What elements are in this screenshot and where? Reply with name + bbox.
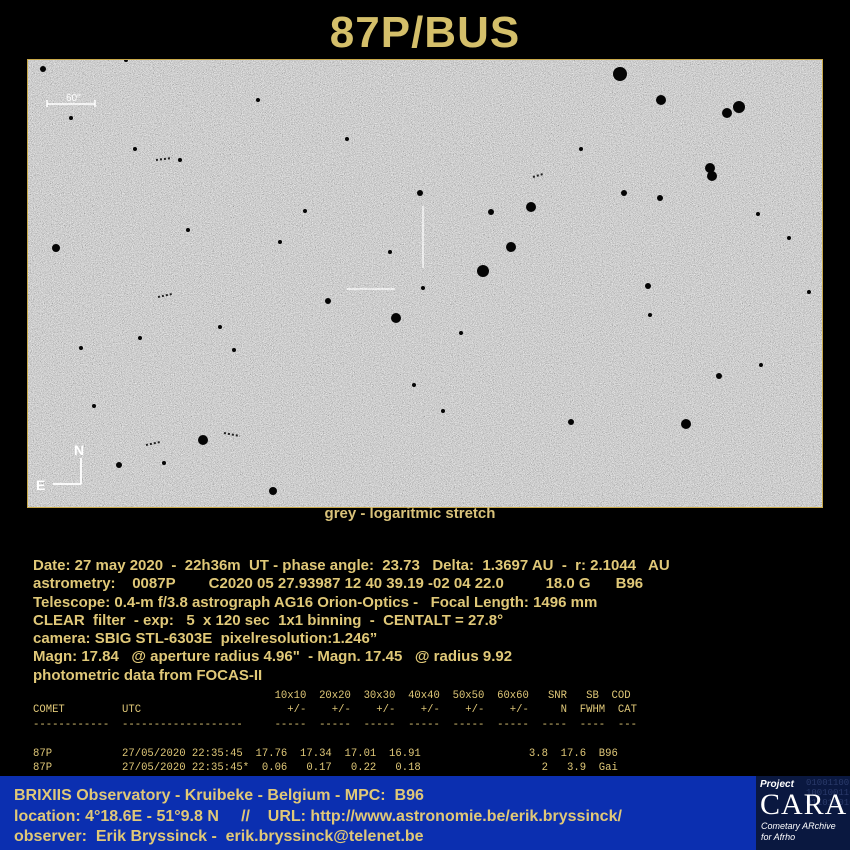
logo-subtitle-1: Cometary ARchive	[761, 821, 836, 831]
star	[707, 171, 717, 181]
star	[133, 147, 137, 151]
star	[506, 242, 516, 252]
star	[218, 325, 222, 329]
star	[345, 137, 349, 141]
star	[756, 212, 760, 216]
photometry-header-2: COMET UTC +/- +/- +/- +/- +/- +/- N FWHM…	[33, 704, 637, 717]
info-filter-line: CLEAR filter - exp: 5 x 120 sec 1x1 binn…	[33, 611, 504, 629]
photometry-row: 87P 27/05/2020 22:35:45 17.76 17.34 17.0…	[33, 747, 618, 760]
star	[269, 487, 277, 495]
info-magnitude-line: Magn: 17.84 @ aperture radius 4.96" - Ma…	[33, 648, 513, 666]
star	[477, 265, 489, 277]
star	[391, 313, 401, 323]
star	[69, 116, 73, 120]
photometry-header-1: 10x10 20x20 30x30 40x40 50x50 60x60 SNR …	[33, 690, 631, 702]
star	[807, 290, 811, 294]
star	[459, 331, 463, 335]
page-title: 87P/BUS	[329, 8, 521, 57]
logo-subtitle-2: for Afrho	[761, 832, 796, 842]
star	[621, 190, 627, 196]
star	[488, 209, 494, 215]
star	[613, 67, 627, 81]
star	[417, 190, 423, 196]
star	[325, 298, 331, 304]
north-label: N	[74, 442, 84, 458]
info-camera-line: camera: SBIG STL-6303E pixelresolution:1…	[33, 630, 378, 648]
east-label: E	[36, 477, 45, 493]
photometry-spacer	[33, 732, 833, 746]
footer-observatory: BRIXIIS Observatory - Kruibeke - Belgium…	[14, 787, 424, 804]
image-caption: grey - logaritmic stretch	[324, 505, 496, 522]
star	[178, 158, 182, 162]
star	[681, 419, 691, 429]
photometry-separator: ------------ ------------------- ----- -…	[33, 718, 637, 731]
star	[116, 462, 122, 468]
star	[579, 147, 583, 151]
star	[722, 108, 732, 118]
info-telescope-line: Telescope: 0.4-m f/3.8 astrograph AG16 O…	[33, 593, 598, 611]
star	[568, 419, 574, 425]
star	[256, 98, 260, 102]
star	[198, 435, 208, 445]
footer-bar: BRIXIIS Observatory - Kruibeke - Belgium…	[0, 776, 850, 850]
star	[232, 348, 236, 352]
star	[388, 250, 392, 254]
info-astrometry-line: astrometry: 0087P C2020 05 27.93987 12 4…	[33, 575, 644, 593]
star	[79, 346, 83, 350]
star	[421, 286, 425, 290]
star	[657, 195, 663, 201]
star	[138, 336, 142, 340]
star	[92, 404, 96, 408]
info-photometric-source-line: photometric data from FOCAS-II	[33, 666, 263, 684]
star	[441, 409, 445, 413]
star	[656, 95, 666, 105]
footer-location[interactable]: location: 4°18.6E - 51°9.8 N // URL: htt…	[14, 807, 622, 828]
star	[716, 373, 722, 379]
star	[759, 363, 763, 367]
star	[733, 101, 745, 113]
photometry-table: 10x10 20x20 30x30 40x40 50x50 60x60 SNR …	[33, 689, 833, 775]
star	[278, 240, 282, 244]
star	[162, 461, 166, 465]
photometry-row: 87P 27/05/2020 22:35:45* 0.06 0.17 0.22 …	[33, 762, 618, 775]
scale-label: 60"	[66, 93, 81, 104]
star	[787, 236, 791, 240]
star-field-image: 60" N E	[27, 59, 823, 508]
logo-name: CARA	[760, 788, 848, 821]
star	[303, 209, 307, 213]
star	[40, 66, 46, 72]
sky-noise	[28, 60, 822, 507]
star	[648, 313, 652, 317]
star	[186, 228, 190, 232]
footer-observer[interactable]: observer: Erik Bryssinck - erik.bryssinc…	[14, 827, 622, 848]
star	[526, 202, 536, 212]
info-date-line: Date: 27 may 2020 - 22h36m UT - phase an…	[33, 557, 670, 574]
star	[412, 383, 416, 387]
cara-logo: 0100110011001 1001001101101 011010010011…	[756, 776, 850, 850]
observation-info: Date: 27 may 2020 - 22h36m UT - phase an…	[33, 557, 833, 685]
star	[645, 283, 651, 289]
star	[52, 244, 60, 252]
